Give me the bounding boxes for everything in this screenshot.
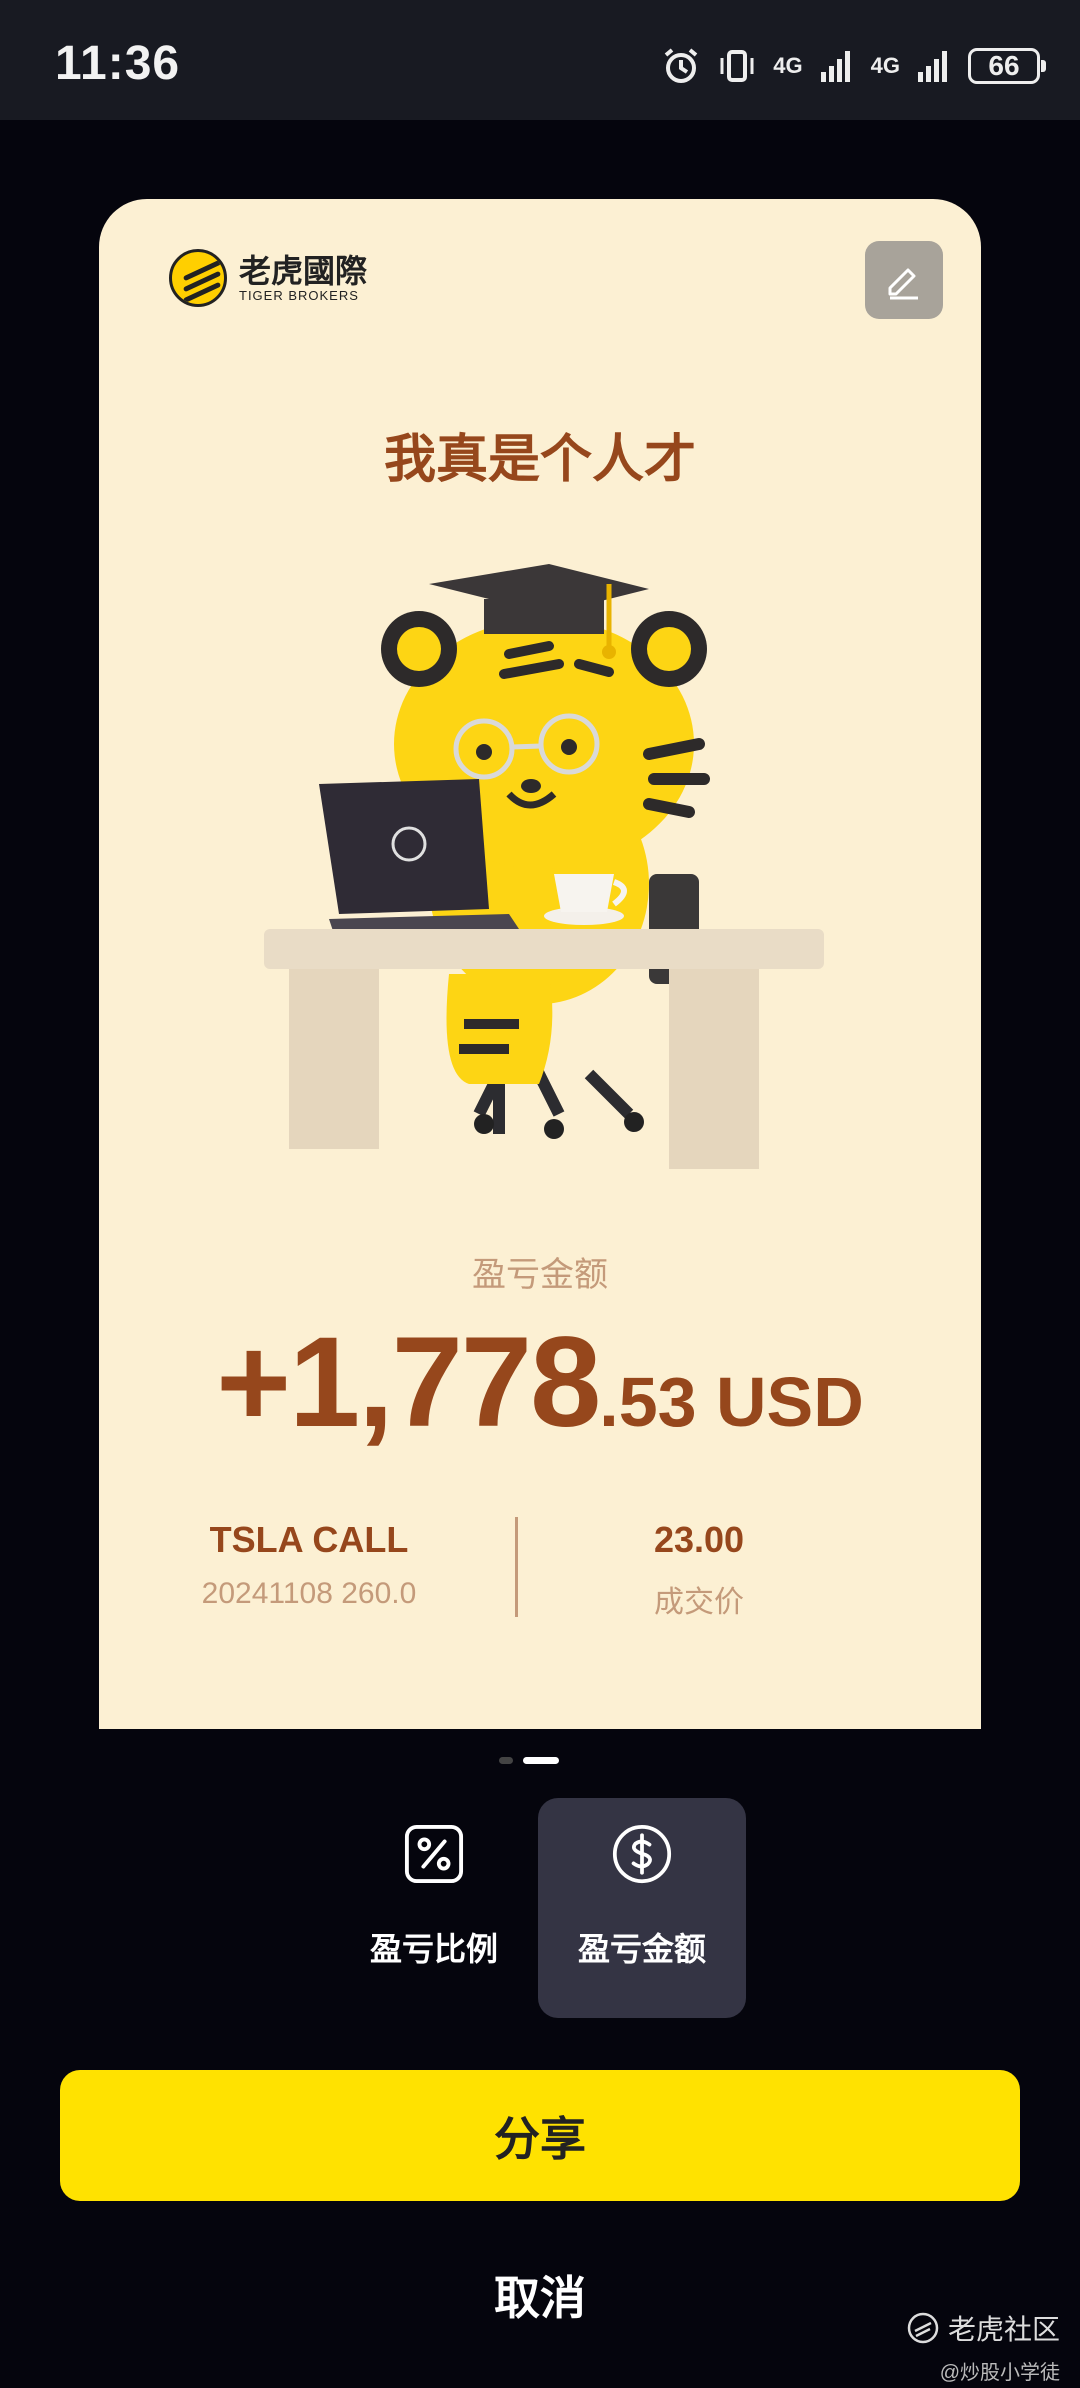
battery-level: 66: [988, 50, 1020, 81]
page-dot-1[interactable]: [499, 1757, 513, 1764]
status-time: 11:36: [55, 37, 181, 90]
info-divider: [515, 1517, 518, 1617]
tiger-logo-icon: [169, 249, 227, 307]
brand-logo: 老虎國際 TIGER BROKERS: [169, 249, 367, 307]
share-button[interactable]: 分享: [60, 2070, 1020, 2201]
pnl-integer: +1,778: [216, 1311, 601, 1454]
option-pnl-ratio-label: 盈亏比例: [369, 1931, 498, 1967]
watermark-main: 老虎社区: [947, 2314, 1060, 2345]
page-indicator: [499, 1757, 559, 1764]
signal-icon-1: [820, 51, 850, 82]
logo-text-en: TIGER BROKERS: [239, 287, 359, 303]
signal-icon-2: [918, 51, 947, 82]
vibrate-icon: [720, 50, 754, 82]
contract-info: TSLA CALL 20241108 260.0: [159, 1519, 459, 1611]
share-card: 老虎國際 TIGER BROKERS 我真是个人才 盈亏金额 +1,778.53…: [99, 199, 981, 1729]
tiger-mascot-illustration: [264, 564, 824, 1169]
price-info: 23.00 成交价: [549, 1519, 849, 1621]
watermark-user: @炒股小学徒: [939, 2362, 1060, 2384]
option-pnl-amount[interactable]: 盈亏金额: [538, 1798, 746, 2018]
status-bar: 11:36 4G 4G 66: [0, 0, 1080, 120]
cancel-button[interactable]: 取消: [390, 2255, 690, 2335]
pnl-decimal-currency: .53 USD: [599, 1363, 864, 1441]
percent-icon: [404, 1824, 464, 1884]
alarm-icon: [665, 48, 698, 83]
edit-icon: [888, 268, 918, 300]
contract-detail: 20241108 260.0: [201, 1577, 417, 1610]
pnl-label: 盈亏金额: [472, 1256, 608, 1294]
option-pnl-ratio[interactable]: 盈亏比例: [330, 1798, 538, 2018]
network-label-1: 4G: [773, 53, 803, 78]
option-pnl-amount-label: 盈亏金额: [577, 1931, 706, 1967]
status-icons: 4G 4G 66: [661, 40, 1046, 92]
page-dot-2[interactable]: [523, 1757, 559, 1764]
pnl-amount: +1,778.53 USD: [99, 1309, 981, 1456]
trade-price: 23.00: [653, 1519, 745, 1560]
contract-symbol: TSLA CALL: [209, 1519, 409, 1560]
edit-button[interactable]: [865, 241, 943, 319]
card-title: 我真是个人才: [383, 431, 696, 489]
battery-icon: 66: [968, 48, 1046, 84]
dollar-icon: [612, 1824, 672, 1884]
logo-text-cn: 老虎國際: [239, 252, 368, 289]
tiger-community-icon: [907, 2312, 939, 2344]
community-watermark: 老虎社区 @炒股小学徒: [906, 2308, 1060, 2385]
trade-price-label: 成交价: [654, 1586, 744, 1619]
network-label-2: 4G: [870, 53, 900, 78]
